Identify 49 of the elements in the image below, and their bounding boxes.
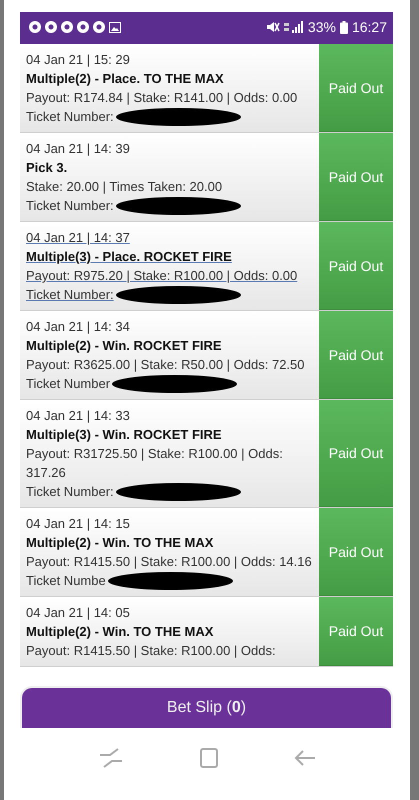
paid-out-status: Paid Out xyxy=(319,400,393,507)
bet-date: 04 Jan 21 | 14: 05 xyxy=(26,604,131,622)
paid-out-status: Paid Out xyxy=(319,311,393,399)
home-icon[interactable] xyxy=(198,747,218,769)
bet-details: Payout: R31725.50 | Stake: R100.00 | Odds: 317.26 xyxy=(26,445,284,482)
signal-icon xyxy=(284,21,304,33)
app-notification-icon xyxy=(29,21,41,33)
bet-title: Multiple(2) - Win. TO THE MAX xyxy=(26,623,214,641)
ticket-label: Ticket Number: xyxy=(26,197,114,215)
image-icon xyxy=(109,22,121,32)
status-time: 16:27 xyxy=(352,19,387,35)
bet-title: Multiple(2) - Win. ROCKET FIRE xyxy=(26,337,223,355)
bet-details: Payout: R1415.50 | Stake: R100.00 | Odds: xyxy=(26,642,277,660)
bet-title: Multiple(2) - Place. TO THE MAX xyxy=(26,70,225,88)
ticket-label: Ticket Number: xyxy=(26,483,114,501)
paid-out-status: Paid Out xyxy=(319,222,393,310)
ticket-label: Ticket Numbe xyxy=(26,572,106,590)
bet-slip-button[interactable]: Bet Slip (0) xyxy=(20,686,393,728)
bet-details: Payout: R174.84 | Stake: R141.00 | Odds: 0.00 xyxy=(26,89,298,107)
app-notification-icon xyxy=(77,21,89,33)
bet-title: Multiple(3) - Place. ROCKET FIRE xyxy=(26,248,233,266)
bet-details: Stake: 20.00 | Times Taken: 20.00 xyxy=(26,178,224,196)
paid-out-status: Paid Out xyxy=(319,508,393,596)
paid-out-status: Paid Out xyxy=(319,133,393,221)
bet-date: 04 Jan 21 | 15: 29 xyxy=(26,51,131,69)
app-notification-icon xyxy=(93,21,105,33)
back-icon[interactable] xyxy=(294,749,316,767)
ticket-label: Ticket Number xyxy=(26,375,110,393)
bet-details: Payout: R3625.00 | Stake: R50.00 | Odds: 72.50 xyxy=(26,356,306,374)
bet-date: 04 Jan 21 | 14: 33 xyxy=(26,407,131,425)
app-notification-icon xyxy=(61,21,73,33)
bet-details: Payout: R975.20 | Stake: R100.00 | Odds: 0.00 xyxy=(26,267,298,285)
recent-apps-icon[interactable] xyxy=(98,747,124,769)
battery-icon xyxy=(340,20,348,34)
ticket-label: Ticket Number: xyxy=(26,108,114,126)
bet-date: 04 Jan 21 | 14: 15 xyxy=(26,515,131,533)
bet-date: 04 Jan 21 | 14: 37 xyxy=(26,229,131,247)
battery-percent: 33% xyxy=(308,19,336,35)
paid-out-status: Paid Out xyxy=(319,44,393,132)
bet-title: Pick 3. xyxy=(26,159,68,177)
ticket-label: Ticket Number: xyxy=(26,286,114,304)
mute-icon xyxy=(266,21,280,33)
bet-date: 04 Jan 21 | 14: 39 xyxy=(26,140,131,158)
app-notification-icon xyxy=(45,21,57,33)
bet-title: Multiple(3) - Win. ROCKET FIRE xyxy=(26,426,223,444)
paid-out-status: Paid Out xyxy=(319,597,393,666)
bet-title: Multiple(2) - Win. TO THE MAX xyxy=(26,534,214,552)
bet-details: Payout: R1415.50 | Stake: R100.00 | Odds: 14.16 xyxy=(26,553,313,571)
bet-date: 04 Jan 21 | 14: 34 xyxy=(26,318,131,336)
